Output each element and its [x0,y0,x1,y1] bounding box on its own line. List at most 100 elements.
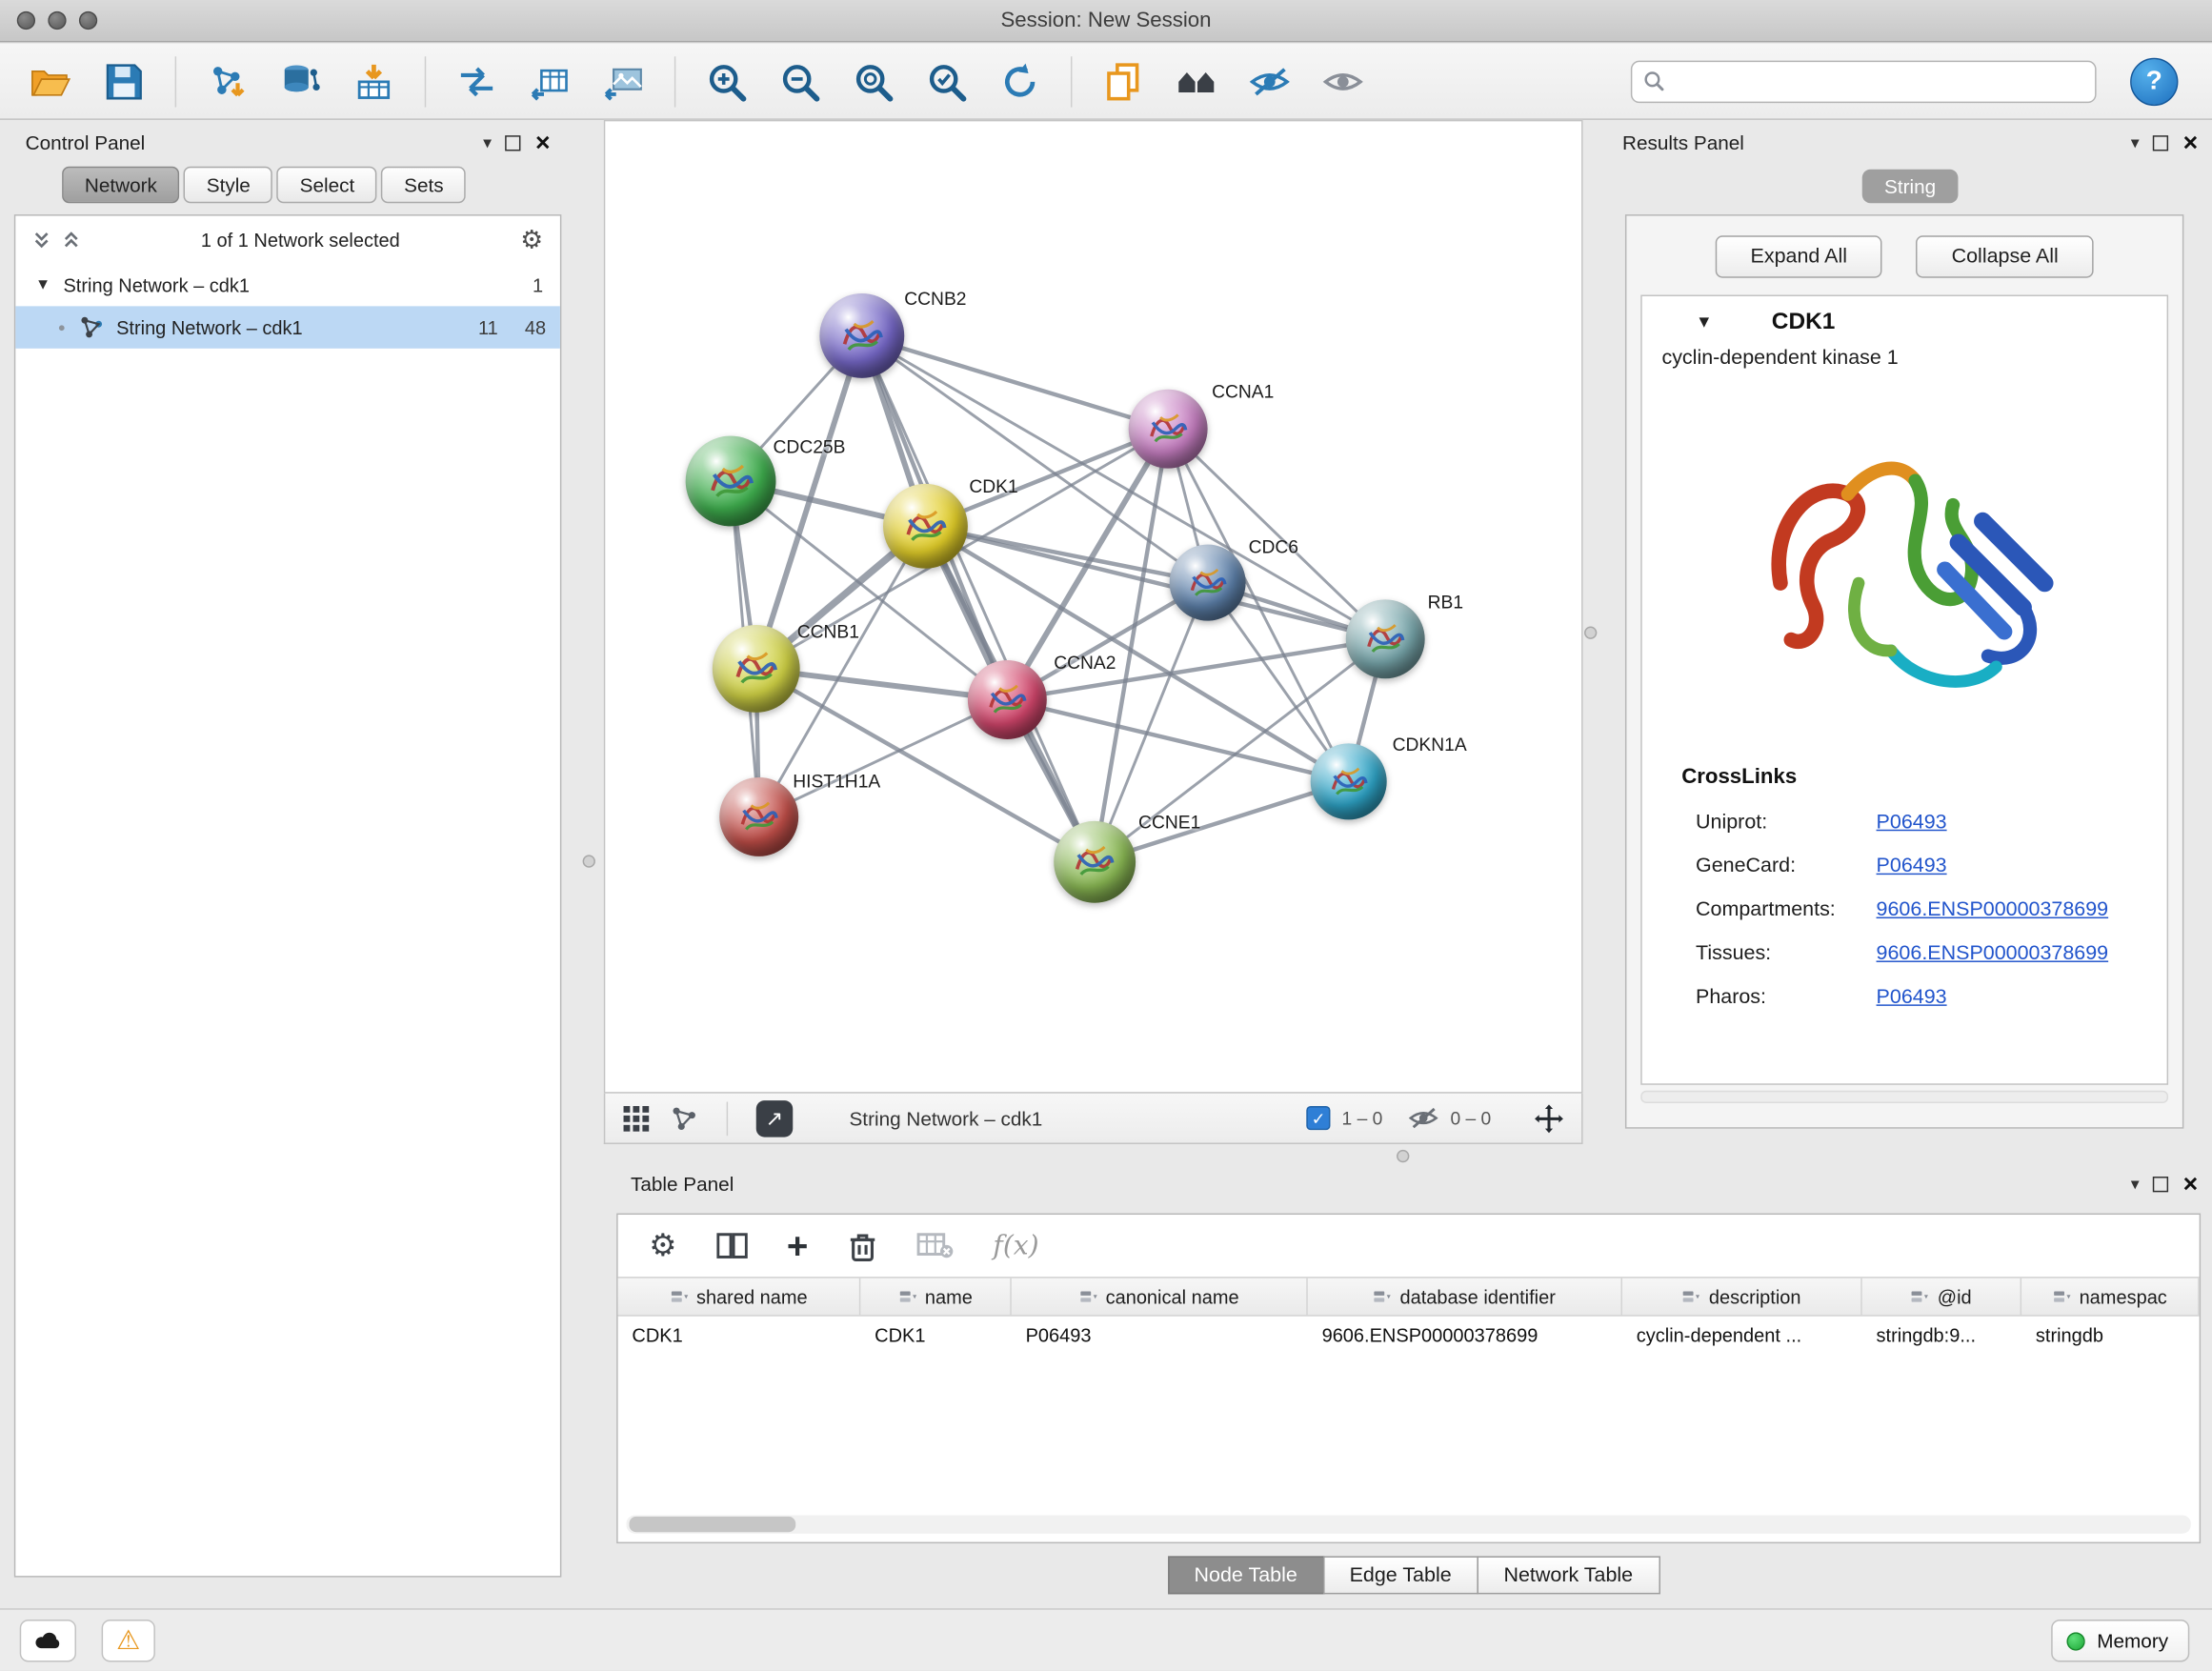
refresh-view-button[interactable] [989,51,1051,111]
network-node-ccne1[interactable] [1054,821,1136,903]
column-header-database-identifier[interactable]: database identifier [1308,1278,1622,1316]
network-node-ccnb2[interactable] [819,293,904,378]
create-column-button[interactable]: + [787,1227,808,1264]
network-node-ccna2[interactable] [968,660,1047,739]
import-network-from-database-button[interactable] [270,51,332,111]
network-edge[interactable] [925,526,1385,638]
fit-content-crosshair-button[interactable] [1534,1102,1565,1134]
minimize-window-button[interactable] [48,11,66,30]
crosslink-value-link[interactable]: P06493 [1877,985,1947,1008]
zoom-fit-button[interactable] [842,51,904,111]
panel-float-icon[interactable] [2154,134,2169,150]
right-splitter-handle[interactable] [1584,627,1597,639]
network-options-gear-icon[interactable]: ⚙ [520,227,543,252]
tab-edge-table[interactable]: Edge Table [1322,1556,1478,1594]
birds-eye-view-button[interactable] [622,1104,651,1133]
zoom-window-button[interactable] [79,11,97,30]
tab-node-table[interactable]: Node Table [1167,1556,1324,1594]
warnings-button[interactable]: ⚠ [102,1620,155,1661]
section-collapse-icon[interactable]: ▼ [1696,312,1713,332]
network-node-ccnb1[interactable] [713,625,800,713]
tree-expand-icon[interactable]: ▼ [35,276,50,293]
tab-string[interactable]: String [1861,170,1959,204]
network-edge[interactable] [759,700,1008,817]
network-edge[interactable] [1007,700,1348,782]
toggle-columns-button[interactable] [716,1232,748,1260]
column-header-name[interactable]: name [860,1278,1011,1316]
network-node-hist1h1a[interactable] [719,777,798,856]
network-edge[interactable] [756,335,862,668]
tab-network-table[interactable]: Network Table [1477,1556,1659,1594]
network-edge[interactable] [862,335,1095,861]
table-row[interactable]: CDK1CDK1P064939606.ENSP00000378699cyclin… [618,1317,2200,1359]
collapse-all-button[interactable]: Collapse All [1917,235,2094,277]
memory-button[interactable]: Memory [2052,1620,2189,1661]
bottom-splitter-handle[interactable] [1397,1150,1409,1162]
network-node-cdc6[interactable] [1170,545,1246,621]
network-canvas[interactable]: CCNB2CCNA1CDC25BCDK1CDC6RB1CCNB1CCNA2CDK… [604,120,1583,1094]
column-header-namespac[interactable]: namespac [2021,1278,2200,1316]
column-header-shared-name[interactable]: shared name [618,1278,861,1316]
search-input[interactable] [1673,70,2083,92]
network-edge[interactable] [862,335,1168,429]
scrollbar-thumb[interactable] [629,1517,795,1532]
panel-menu-icon[interactable]: ▾ [483,132,492,152]
network-node-cdkn1a[interactable] [1311,743,1387,819]
table-settings-button[interactable]: ⚙ [649,1230,676,1261]
close-window-button[interactable] [17,11,35,30]
panel-close-icon[interactable]: × [535,130,551,155]
expand-all-icon[interactable] [62,230,80,250]
duplicate-network-button[interactable] [1092,51,1154,111]
column-header-description[interactable]: description [1622,1278,1862,1316]
cloud-status-button[interactable] [20,1620,76,1661]
tab-sets[interactable]: Sets [381,167,466,204]
zoom-in-button[interactable] [695,51,757,111]
crosslink-value-link[interactable]: 9606.ENSP00000378699 [1877,941,2109,964]
tab-select[interactable]: Select [277,167,377,204]
gene-section-header[interactable]: ▼ CDK1 [1642,296,2167,347]
export-image-button[interactable] [593,51,654,111]
export-view-button[interactable]: ↗ [756,1099,794,1137]
delete-column-button[interactable] [848,1230,877,1262]
zoom-out-button[interactable] [769,51,831,111]
network-node-cdc25b[interactable] [686,436,776,527]
help-button[interactable]: ? [2130,57,2178,105]
network-node-cdk1[interactable] [883,484,968,569]
panel-close-icon[interactable]: × [2183,130,2199,155]
left-splitter-handle[interactable] [583,855,595,867]
panel-menu-icon[interactable]: ▾ [2131,132,2140,152]
network-row-selected[interactable]: ● String Network – cdk1 11 48 [15,306,560,348]
panel-float-icon[interactable] [506,134,521,150]
zoom-selected-button[interactable] [915,51,977,111]
open-session-button[interactable] [20,51,82,111]
tab-network[interactable]: Network [62,167,179,204]
home-button[interactable] [1165,51,1227,111]
hide-selected-button[interactable] [1238,51,1300,111]
column-header-canonical-name[interactable]: canonical name [1012,1278,1308,1316]
panel-close-icon[interactable]: × [2183,1171,2199,1197]
network-node-rb1[interactable] [1346,599,1425,678]
column-header--id[interactable]: @id [1862,1278,2021,1316]
panel-float-icon[interactable] [2154,1176,2169,1191]
crosslink-label: GeneCard: [1696,855,1877,877]
crosslink-value-link[interactable]: P06493 [1877,855,1947,877]
import-network-from-file-button[interactable] [196,51,258,111]
tab-style[interactable]: Style [184,167,272,204]
export-table-button[interactable] [519,51,581,111]
show-hidden-button[interactable] [1312,51,1374,111]
save-session-button[interactable] [93,51,155,111]
collapse-all-icon[interactable] [32,230,50,250]
new-network-from-selection-button[interactable] [446,51,508,111]
network-collection-row[interactable]: ▼ String Network – cdk1 1 [15,264,560,306]
panel-menu-icon[interactable]: ▾ [2131,1174,2140,1194]
expand-all-button[interactable]: Expand All [1716,235,1883,277]
crosslink-value-link[interactable]: P06493 [1877,811,1947,834]
crosslink-value-link[interactable]: 9606.ENSP00000378699 [1877,898,2109,921]
import-table-from-file-button[interactable] [343,51,405,111]
network-type-button[interactable] [670,1104,698,1133]
results-scrollbar[interactable] [1640,1091,2168,1103]
selected-checkbox-icon[interactable]: ✓ [1307,1106,1331,1130]
network-node-ccna1[interactable] [1129,390,1208,469]
table-horizontal-scrollbar[interactable] [627,1515,2191,1533]
search-box[interactable] [1631,60,2097,102]
